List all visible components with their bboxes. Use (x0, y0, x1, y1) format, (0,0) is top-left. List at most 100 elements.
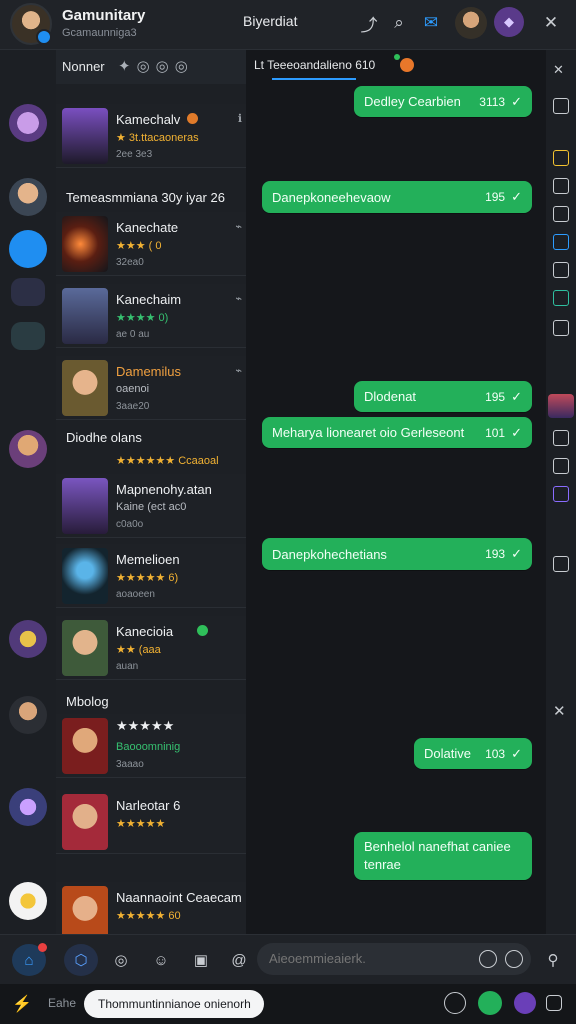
read-check-icon: ✓ (511, 546, 522, 561)
rail-avatar-7[interactable] (9, 882, 47, 920)
card-name: Naannaoint Ceaecam (116, 890, 242, 905)
list-item[interactable]: Memelioen ★★★★★ 6) aoaoeen (56, 544, 246, 608)
filter-icons[interactable]: ✦◎◎◎ (118, 57, 194, 75)
message-composer[interactable] (257, 943, 531, 975)
pin-icon[interactable]: ⌁ (235, 292, 242, 305)
card-meta: aoaoeen (116, 589, 155, 600)
green-action-icon[interactable] (478, 991, 502, 1015)
list-item[interactable]: Kanecioia ★★ (aaa auan (56, 616, 246, 680)
rail-avatar-1[interactable] (9, 104, 47, 142)
pin-icon[interactable]: ⌁ (235, 220, 242, 233)
tool-icon-3[interactable] (553, 178, 569, 194)
user-avatar[interactable] (455, 7, 487, 39)
chat-list: ← Nonner ✦◎◎◎ Kamechalv ★ 3t.ttacaoneras… (56, 50, 246, 934)
notification-icon[interactable] (400, 58, 414, 72)
list-item[interactable]: Narleotar 6 ★★★★★ (56, 790, 246, 854)
media-thumb-icon[interactable] (548, 394, 574, 418)
section-title: Mbolog (66, 694, 109, 709)
message-bubble[interactable]: Dedley Cearbien 3113 ✓ (354, 86, 532, 117)
tool-icon-10[interactable] (553, 458, 569, 474)
rail-avatar-4[interactable] (9, 620, 47, 658)
emoji-icon[interactable]: ☺ (144, 944, 178, 976)
footer-search-input[interactable] (84, 990, 264, 1018)
read-check-icon: ✓ (511, 424, 522, 440)
app-subtitle: Gcamaunniga3 (62, 27, 137, 39)
search-icon[interactable]: ⌕ (388, 12, 410, 34)
close-panel-icon[interactable]: ✕ (553, 702, 566, 720)
card-rating: oaenoi (116, 383, 150, 395)
card-thumbnail (62, 794, 108, 850)
message-time: 195 (485, 190, 506, 204)
collapse-icon[interactable]: ✕ (553, 62, 564, 78)
list-item[interactable]: Naannaoint Ceaecam ★★★★★ 60 (56, 882, 246, 934)
app-avatar[interactable] (10, 3, 52, 45)
list-item[interactable]: Kanechate ★★★ ( 0 32ea0 ⌁ (56, 212, 246, 276)
rail-avatar-2[interactable] (9, 178, 47, 216)
card-meta: ae 0 au (116, 329, 150, 340)
shield-icon[interactable]: ⬡ (64, 944, 98, 976)
notification-dot-icon (38, 943, 47, 952)
card-meta: auan (116, 661, 139, 672)
message-time: 195 (485, 389, 506, 404)
message-time: 101 (485, 425, 506, 440)
rail-q-icon[interactable] (11, 322, 45, 350)
message-text: Dolative (424, 746, 471, 761)
list-item[interactable]: Mapnenohy.atan Kaine (ect ac0 c0a0o (56, 474, 246, 538)
tool-icon-6[interactable] (553, 262, 569, 278)
profile-icon[interactable]: ◆ (494, 7, 524, 37)
tool-icon-1[interactable] (553, 98, 569, 114)
message-bubble[interactable]: Benhelol nanefhat caniee tenrae (354, 832, 532, 880)
close-icon[interactable]: ✕ (540, 12, 562, 34)
mention-icon[interactable]: @ (222, 944, 256, 976)
message-bubble[interactable]: Dolative 103 ✓ (414, 738, 532, 769)
tool-icon-4[interactable] (553, 206, 569, 222)
attach-icon[interactable]: ▣ (184, 944, 218, 976)
tool-icon-9[interactable] (553, 430, 569, 446)
card-rating: Kaine (ect ac0 (116, 501, 187, 513)
info-icon[interactable]: ℹ (238, 112, 242, 125)
rail-avatar-5[interactable] (9, 696, 47, 734)
tool-icon-12[interactable] (553, 556, 569, 572)
tool-icon-5[interactable] (553, 234, 569, 250)
rail-moon-icon[interactable] (11, 278, 45, 306)
tool-icon-7[interactable] (553, 290, 569, 306)
card-meta: 3aaao (116, 759, 144, 770)
circle-icon[interactable] (479, 950, 497, 968)
timer-icon[interactable] (444, 992, 466, 1014)
tool-icon-8[interactable] (553, 320, 569, 336)
list-item[interactable]: Kamechalv ★ 3t.ttacaoneras 2ee 3e3 ℹ (56, 104, 246, 168)
list-item[interactable]: Kanechaim ★★★★ 0) ae 0 au ⌁ (56, 284, 246, 348)
rail-avatar-3[interactable] (9, 430, 47, 468)
message-bubble[interactable]: Meharya lionearet oio Gerleseont 101 ✓ (262, 417, 532, 448)
list-item[interactable]: ★★★★★ Baooomninig 3aaao (56, 714, 246, 778)
message-bubble[interactable]: Danepkohechetians 193 ✓ (262, 538, 532, 570)
download-icon[interactable] (505, 950, 523, 968)
card-rating: ★★★★★ 6) (116, 572, 179, 584)
tool-icon-11[interactable] (553, 486, 569, 502)
rail-app-icon[interactable] (9, 230, 47, 268)
bolt-icon[interactable]: ⚡ (12, 994, 32, 1014)
share-icon[interactable]: ⤴ (358, 12, 380, 35)
message-bubble[interactable]: Dlodenat 195 ✓ (354, 381, 532, 412)
message-icon[interactable]: ✉ (420, 12, 442, 34)
purple-action-icon[interactable] (514, 992, 536, 1014)
tool-icon-2[interactable] (553, 150, 569, 166)
section-rating: ★★★★★★ Ccaaoal (116, 455, 219, 467)
card-name: Kanechaim (116, 292, 182, 307)
card-thumbnail (62, 216, 108, 272)
message-input[interactable] (269, 951, 469, 966)
pin-icon[interactable]: ⌁ (235, 364, 242, 377)
compass-icon[interactable]: ◎ (104, 944, 138, 976)
chat-tab[interactable]: Lt Teeeoandalieno 610 (254, 58, 375, 72)
rail-avatar-6[interactable] (9, 788, 47, 826)
list-item[interactable]: Damemilus oaenoi 3aae20 ⌁ (56, 356, 246, 420)
location-icon[interactable]: ⚲ (536, 944, 570, 976)
chat-bubble-icon[interactable] (546, 995, 562, 1011)
footer-bar: ⚡ Eahe (0, 984, 576, 1024)
message-time: 193 (485, 547, 506, 561)
list-header: ← Nonner ✦◎◎◎ (56, 50, 246, 84)
list-header-label: Nonner (62, 59, 105, 74)
composer-bar: ⌂ ⬡ ◎ ☺ ▣ @ ⚲ (0, 934, 576, 984)
card-rating: ★ 3t.ttacaoneras (116, 132, 199, 144)
message-bubble[interactable]: Danepkoneehevaow 195 ✓ (262, 181, 532, 213)
